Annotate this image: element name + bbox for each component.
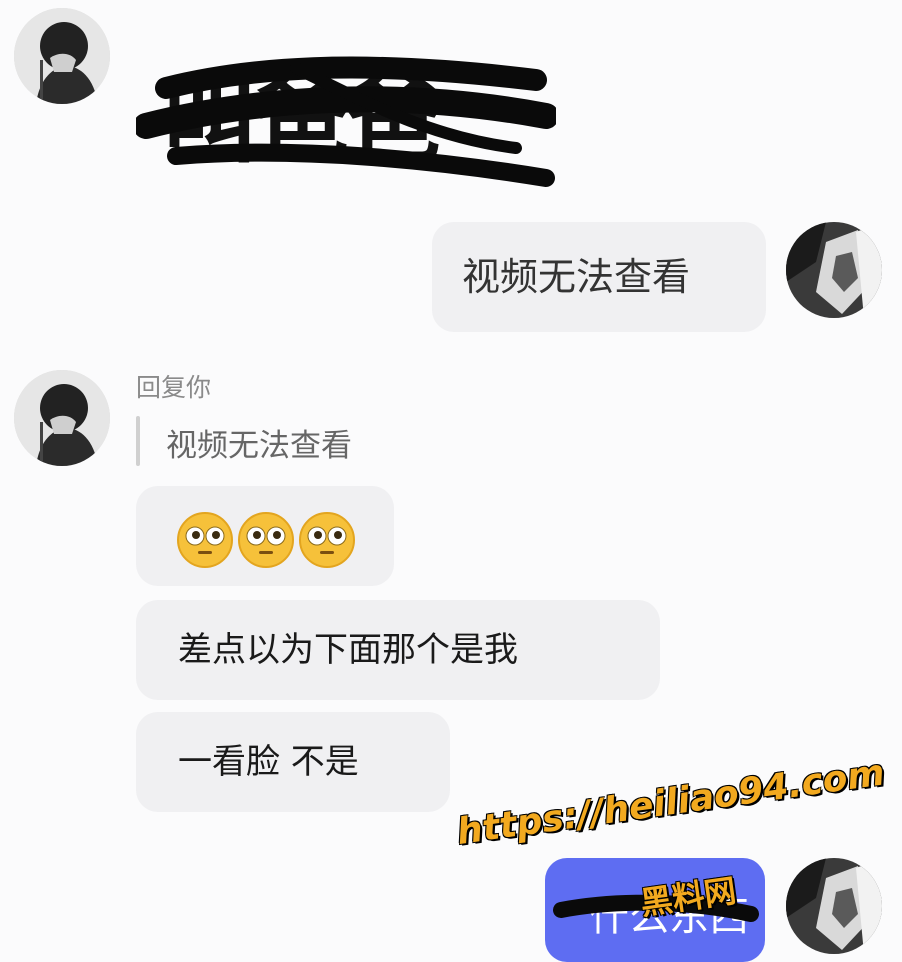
scribble-redaction (136, 56, 556, 187)
own-avatar[interactable] (786, 858, 882, 954)
redacted-message[interactable]: 叫爸爸 (136, 28, 556, 188)
message-text: 差点以为下面那个是我 (178, 630, 518, 670)
message-text: 视频无法查看 (462, 255, 691, 299)
flushed-face-icon (238, 512, 295, 568)
flushed-face-icon (299, 512, 356, 568)
message-bubble-incoming[interactable]: 差点以为下面那个是我 (136, 600, 660, 700)
quoted-message-text[interactable]: 视频无法查看 (166, 420, 352, 465)
contact-avatar[interactable] (14, 8, 110, 104)
message-text: 一看脸 不是 (178, 742, 359, 782)
reply-label: 回复你 (136, 373, 212, 402)
message-bubble-emoji[interactable] (136, 486, 394, 586)
watermark-url: https://heiliao94.com (454, 752, 888, 853)
own-avatar[interactable] (786, 222, 882, 318)
message-bubble-outgoing[interactable]: 视频无法查看 (432, 222, 766, 332)
flushed-face-icon (177, 512, 233, 568)
message-bubble-incoming[interactable]: 一看脸 不是 (136, 712, 450, 812)
quote-bar (136, 416, 140, 466)
contact-avatar[interactable] (14, 370, 110, 466)
